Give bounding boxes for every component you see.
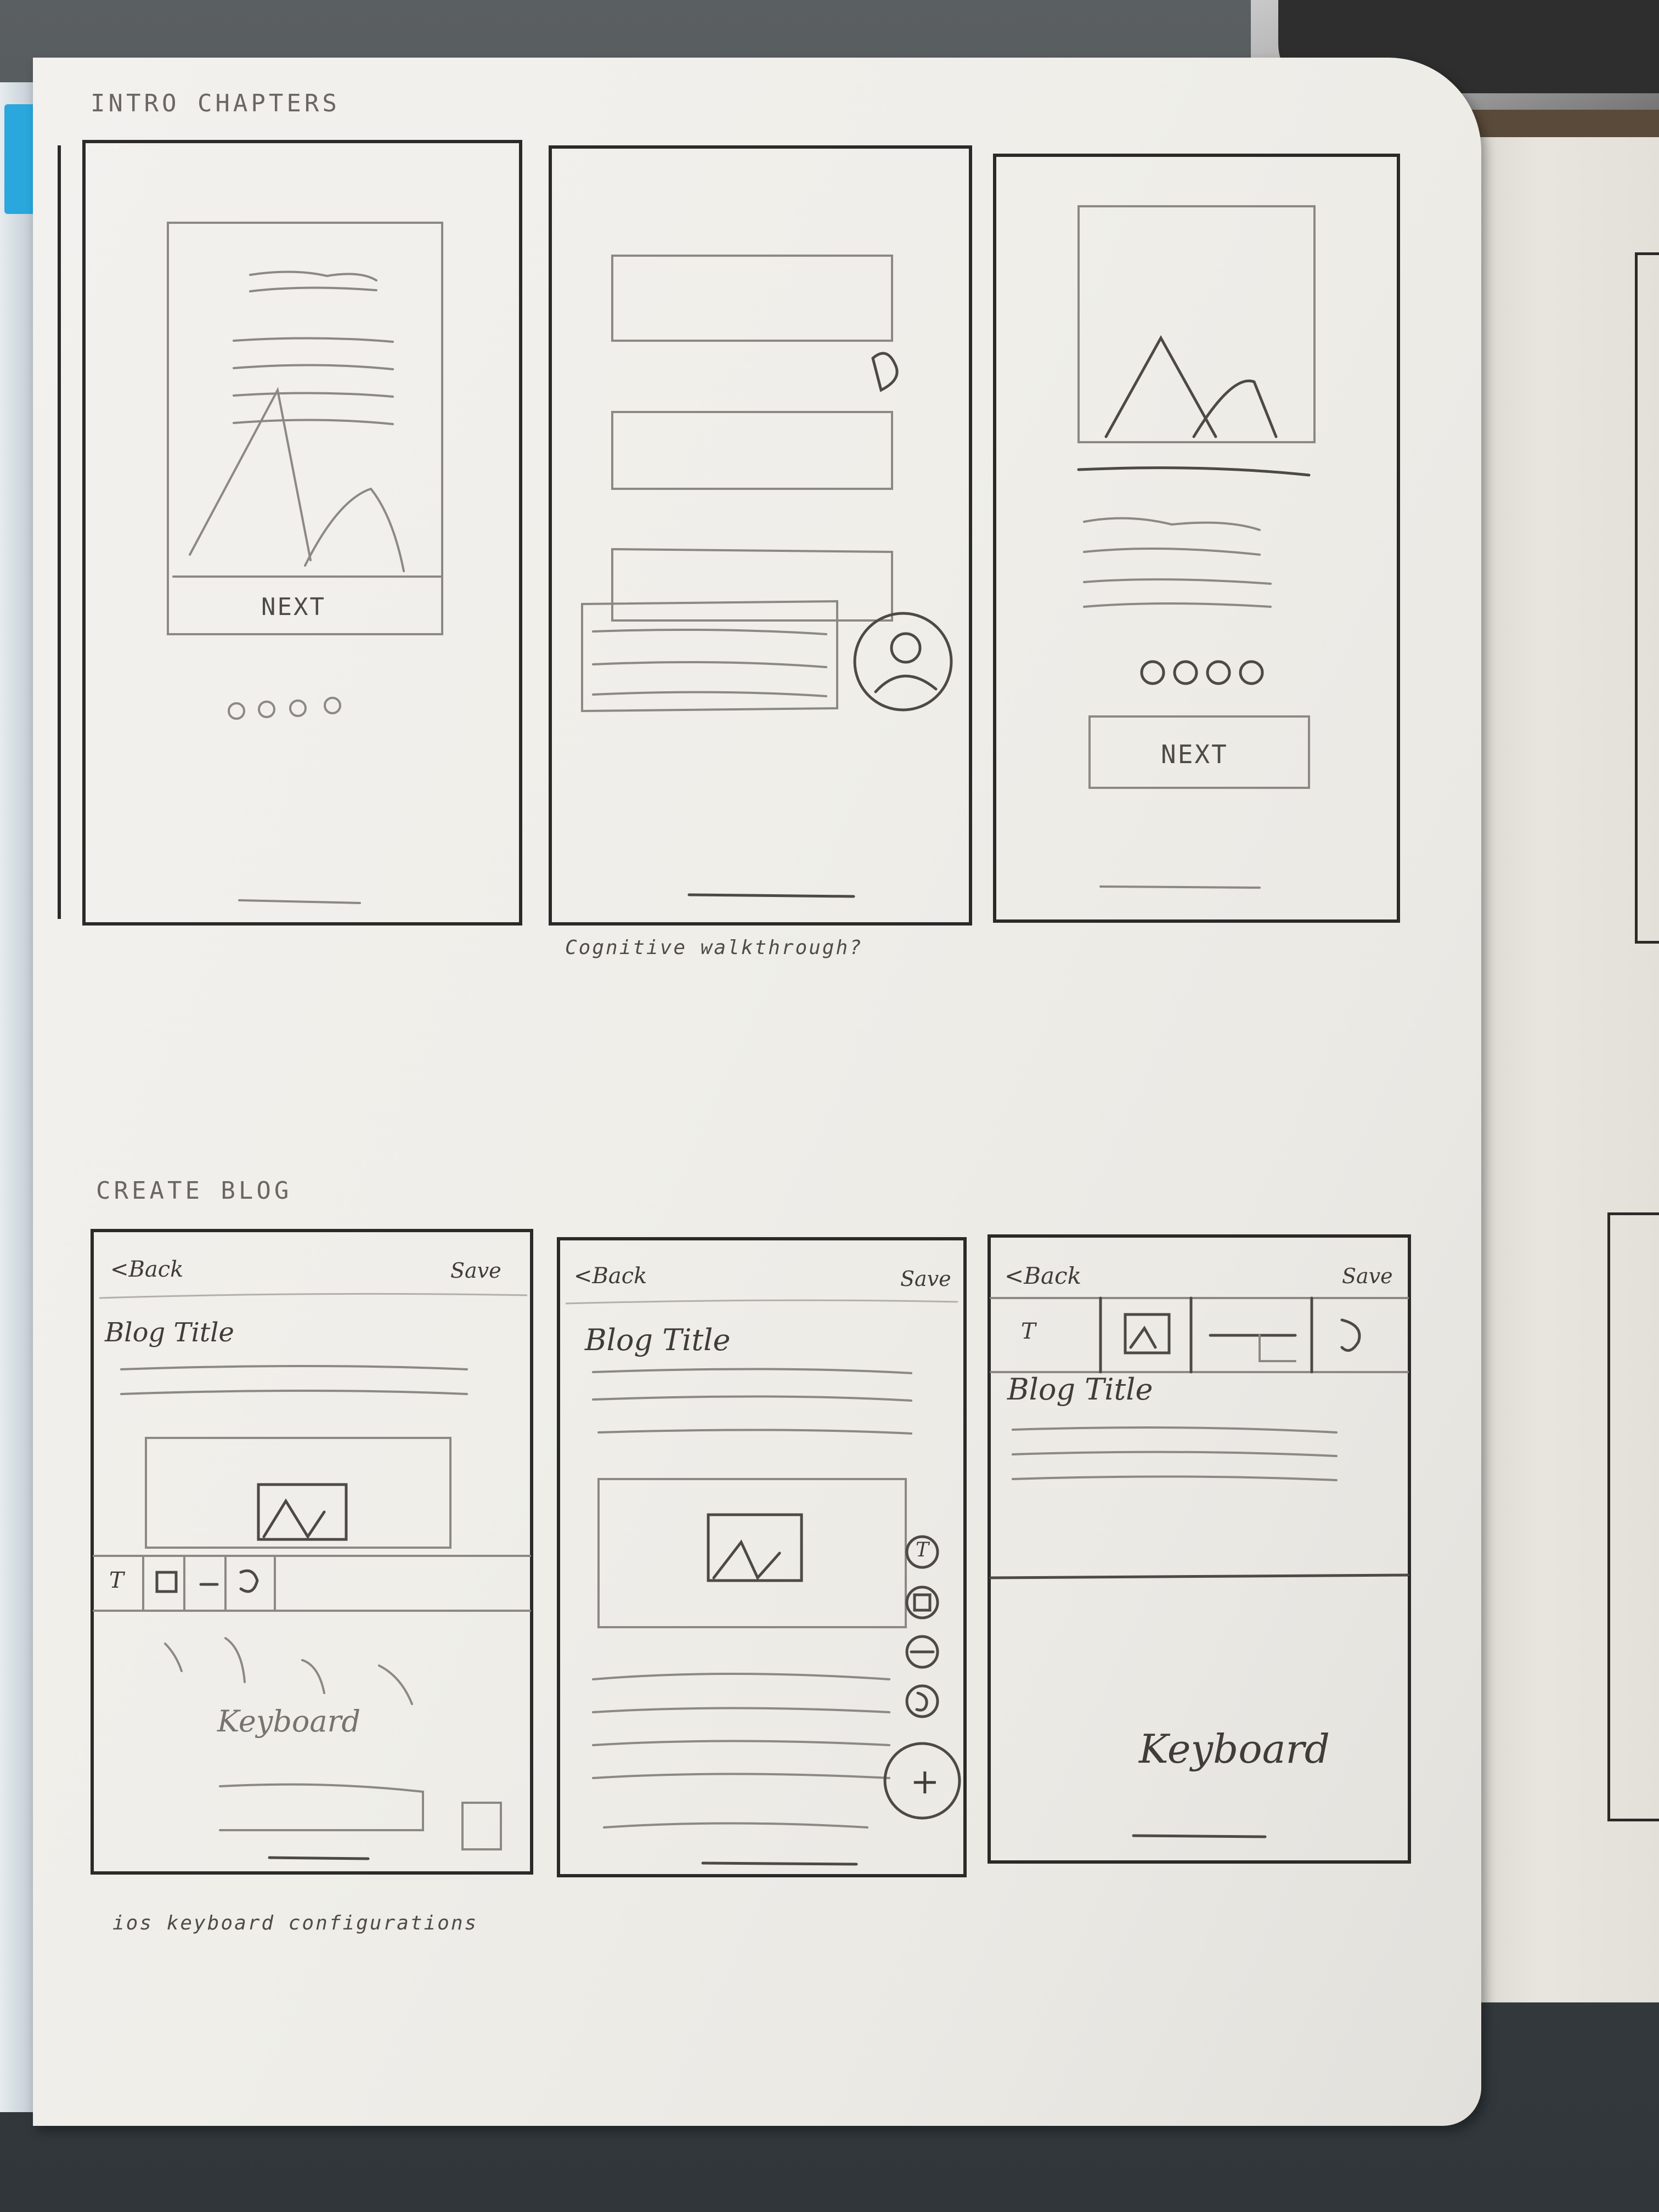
intro-screen-3-next-button[interactable]: NEXT [1161, 740, 1228, 769]
intro-screen-1: NEXT [82, 140, 522, 926]
keyboard-placeholder: Keyboard [217, 1704, 361, 1739]
note-ios-keyboard: ios keyboard configurations [112, 1912, 478, 1934]
text-icon[interactable]: T [1021, 1319, 1036, 1344]
blog-screen-3: <Back Save T Blog Title Keyboard [988, 1234, 1411, 1864]
intro-screen-1-next-button[interactable]: NEXT [261, 593, 326, 621]
intro-screen-3: NEXT [993, 154, 1400, 923]
image-icon [257, 1483, 348, 1541]
text-icon[interactable]: T [109, 1568, 124, 1593]
intro-screen-3-sketch [1077, 205, 1316, 889]
intro-screen-1-sketch [167, 222, 443, 904]
mountain-image-icon [1104, 335, 1217, 438]
blog-screen-2-sketch [565, 1299, 961, 1866]
fab-plus-button[interactable]: + [910, 1762, 940, 1802]
desk-background: INTRO CHAPTERS NEXT NEXT Cognitive walkt… [0, 0, 1659, 2212]
image-icon [155, 1571, 178, 1593]
section-label-intro: INTRO CHAPTERS [91, 89, 340, 117]
fab-text-icon[interactable]: T [916, 1539, 929, 1561]
intro-screen-2-sketch [581, 255, 953, 898]
blog-screen-1-sketch [93, 1293, 531, 1860]
page-tab-marker [4, 104, 36, 214]
notebook-right-page [1459, 137, 1659, 2002]
notebook-left-page: INTRO CHAPTERS NEXT NEXT Cognitive walkt… [33, 58, 1481, 2126]
link-icon [239, 1569, 259, 1593]
section-label-create-blog: CREATE BLOG [96, 1177, 292, 1205]
blog-screen-1: <Back Save Blog Title T Keyboard [91, 1229, 533, 1875]
pointer-hand-icon [871, 352, 899, 392]
note-cognitive-walkthrough: Cognitive walkthrough? [565, 936, 863, 959]
blog-title-field[interactable]: Blog Title [1007, 1372, 1153, 1407]
link-icon [905, 1684, 939, 1718]
blog-screen-2: <Back Save Blog Title T + [557, 1237, 967, 1877]
image-icon [905, 1585, 939, 1620]
link-icon [1340, 1318, 1361, 1352]
intro-screen-2 [549, 145, 972, 926]
frame-left-rule [58, 145, 61, 919]
keyboard-placeholder: Keyboard [1139, 1726, 1330, 1772]
